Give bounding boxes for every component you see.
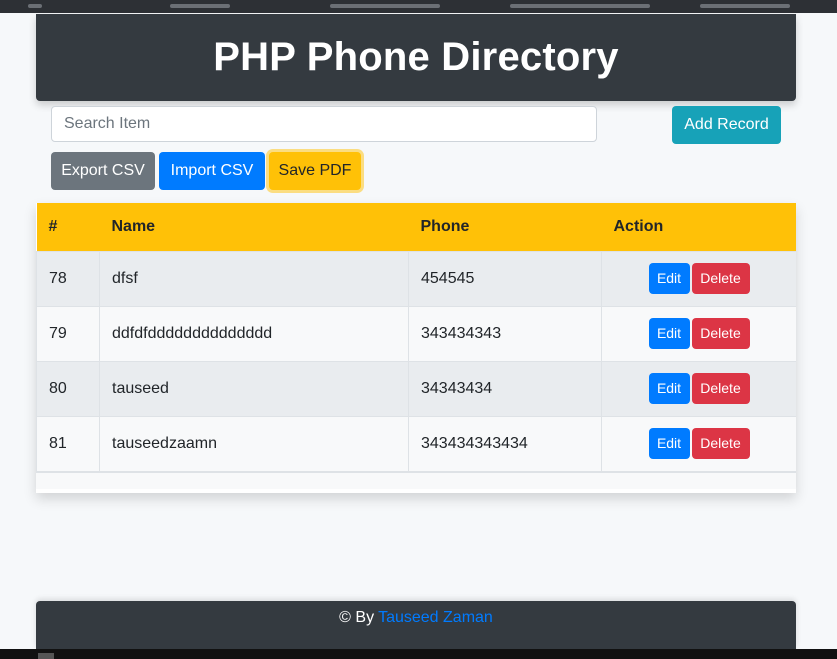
row-actions: Edit Delete [601,415,796,472]
table-row: 81 tauseedzaamn 343434343434 Edit Delete [36,415,796,472]
column-header-id: # [48,217,58,235]
row-name: tauseed [99,360,409,417]
search-input[interactable] [51,106,597,142]
save-pdf-button[interactable]: Save PDF [269,152,361,190]
strip-mark [510,4,650,8]
edit-button[interactable]: Edit [648,318,690,349]
row-phone: 454545 [408,250,602,307]
row-name: tauseedzaamn [99,415,409,472]
edit-button[interactable]: Edit [648,373,690,404]
table-row: 80 tauseed 34343434 Edit Delete [36,360,796,417]
row-actions: Edit Delete [601,305,796,362]
import-csv-button[interactable]: Import CSV [159,152,265,190]
taskbar-item [38,653,54,659]
export-csv-button[interactable]: Export CSV [51,152,155,190]
strip-mark [28,4,42,8]
row-id: 78 [36,250,100,307]
browser-top-strip [0,0,837,13]
edit-button[interactable]: Edit [648,428,690,459]
table-row: 78 dfsf 454545 Edit Delete [36,250,796,307]
page-footer: © By Tauseed Zaman [36,601,796,649]
table-bottom-spacer [36,471,796,489]
table-row: 79 ddfdfdddddddddddddd 343434343 Edit Del… [36,305,796,362]
row-name: dfsf [99,250,409,307]
row-id: 79 [36,305,100,362]
page-title: PHP Phone Directory [213,35,619,79]
edit-button[interactable]: Edit [648,263,690,294]
row-phone: 34343434 [408,360,602,417]
row-actions: Edit Delete [601,360,796,417]
page-header: PHP Phone Directory [36,14,796,101]
column-header-action: Action [613,217,664,235]
row-actions: Edit Delete [601,250,796,307]
directory-table: # Name Phone Action 78 dfsf 454545 Edit D… [36,203,796,472]
column-header-name: Name [111,217,156,235]
row-name: ddfdfdddddddddddddd [99,305,409,362]
directory-table-container: # Name Phone Action 78 dfsf 454545 Edit D… [36,203,796,493]
delete-button[interactable]: Delete [691,263,750,294]
strip-mark [170,4,230,8]
author-link[interactable]: Tauseed Zaman [378,609,493,649]
row-id: 81 [36,415,100,472]
column-header-phone: Phone [420,217,470,235]
row-id: 80 [36,360,100,417]
strip-mark [330,4,440,8]
table-header-row: # Name Phone Action [36,203,796,251]
row-phone: 343434343 [408,305,602,362]
row-phone: 343434343434 [408,415,602,472]
taskbar-strip [0,649,837,659]
delete-button[interactable]: Delete [691,428,750,459]
add-record-button[interactable]: Add Record [672,106,781,144]
delete-button[interactable]: Delete [691,373,750,404]
footer-prefix: © By [339,609,375,626]
delete-button[interactable]: Delete [691,318,750,349]
strip-mark [700,4,790,8]
